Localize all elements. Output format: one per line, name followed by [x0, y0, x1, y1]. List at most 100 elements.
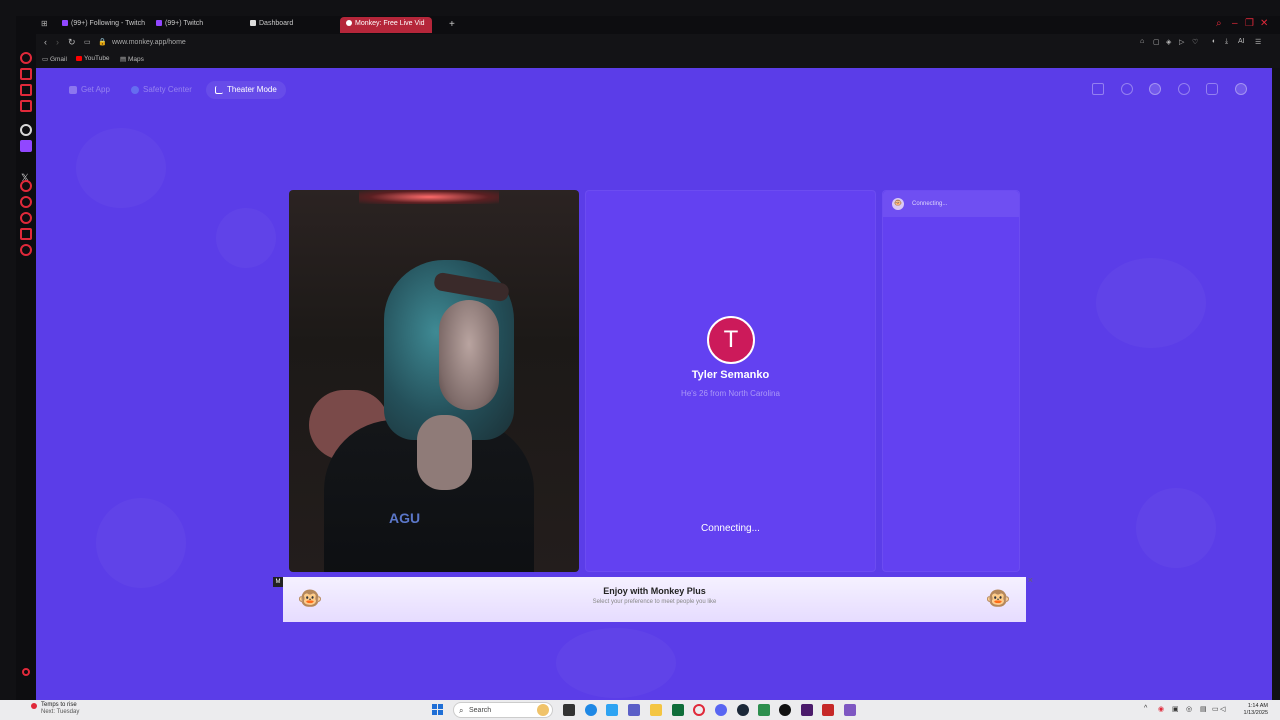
app-icon-red[interactable] [822, 704, 834, 716]
tray-expand-icon[interactable]: ^ [1144, 705, 1147, 712]
teams-icon[interactable] [628, 704, 640, 716]
tab-bar: ⊞ (99+) Following - Twitch (99+) Twitch … [16, 16, 1280, 34]
monkey-plus-banner[interactable]: M × 🐵 Enjoy with Monkey Plus Select your… [273, 575, 1033, 622]
camera-icon[interactable]: ▭ [84, 38, 91, 46]
search-icon[interactable] [1121, 83, 1133, 95]
banner-title: Enjoy with Monkey Plus [603, 586, 706, 596]
close-button[interactable]: ✕ [1260, 18, 1268, 29]
sidebar-more-icon[interactable] [22, 668, 30, 676]
app-icon-grid[interactable] [844, 704, 856, 716]
bg-pattern [556, 628, 676, 698]
profile-avatar-icon[interactable] [1235, 83, 1247, 95]
tab-twitch-following[interactable]: (99+) Following - Twitch [56, 17, 148, 33]
tray-opera-icon[interactable]: ◉ [1158, 705, 1164, 713]
task-view-icon[interactable] [563, 704, 575, 716]
back-button[interactable]: ‹ [44, 37, 47, 47]
tab-twitch[interactable]: (99+) Twitch [150, 17, 242, 33]
opera-taskbar-icon[interactable] [693, 704, 705, 716]
forward-button[interactable]: › [56, 37, 59, 47]
youtube-icon [76, 55, 82, 61]
search-tabs-icon[interactable]: ⌕ [1216, 18, 1222, 29]
ad-badge: M [273, 577, 283, 587]
bg-pattern [1096, 258, 1206, 348]
menu-icon[interactable]: ☰ [1255, 38, 1261, 46]
tray-app-icon[interactable]: ◎ [1186, 705, 1192, 713]
shield-icon[interactable]: ◈ [1166, 38, 1171, 46]
discord-icon[interactable] [715, 704, 727, 716]
sidebar-player-icon[interactable] [20, 196, 32, 208]
partner-avatar: T [707, 316, 755, 364]
tab-monkey[interactable]: Monkey: Free Live Vid [340, 17, 432, 33]
sidebar-opera-icon[interactable] [20, 52, 32, 64]
tiktok-icon[interactable] [779, 704, 791, 716]
player-icon[interactable]: ▷ [1179, 38, 1184, 46]
volume-icon[interactable]: ◁ [1220, 705, 1225, 713]
sidebar-settings-icon[interactable] [20, 244, 32, 256]
xbox-icon[interactable] [672, 704, 684, 716]
lock-icon: 🔒 [98, 39, 107, 46]
twitch-icon [156, 20, 162, 27]
banner-subtitle: Select your preference to meet people yo… [592, 599, 717, 605]
maximize-button[interactable]: ❐ [1245, 18, 1254, 29]
minimize-button[interactable]: – [1232, 18, 1238, 29]
video-hand [417, 415, 472, 490]
heart-icon[interactable]: ♡ [1192, 38, 1198, 46]
search-icon: ⌕ [459, 706, 464, 715]
history-icon[interactable] [1178, 83, 1190, 95]
theater-mode-button[interactable]: Theater Mode [206, 81, 286, 99]
search-highlight-icon [537, 704, 549, 716]
bookmark-gmail[interactable]: ▭ Gmail [42, 55, 67, 63]
weather-alert-icon [31, 703, 37, 709]
bookmark-page-icon[interactable]: ▢ [1153, 38, 1160, 46]
weather-widget[interactable]: Temps to rise Next: Tuesday [41, 702, 79, 716]
phone-icon [69, 85, 77, 94]
safety-center-button[interactable]: Safety Center [122, 81, 201, 99]
app-icon-purple[interactable] [801, 704, 813, 716]
new-tab-button[interactable]: + [449, 19, 455, 30]
aria-ai-button[interactable]: AI [1238, 38, 1245, 45]
tray-app-icon[interactable]: ▣ [1172, 705, 1179, 713]
close-icon[interactable]: × [1028, 575, 1033, 585]
tab-dashboard[interactable]: Dashboard [244, 17, 336, 33]
workspaces-icon[interactable]: ⊞ [41, 19, 48, 28]
self-video-feed: AGU [289, 190, 579, 572]
monkey-favicon-icon [346, 20, 352, 27]
snapshot-icon[interactable]: ⌂ [1140, 38, 1144, 45]
copilot-icon[interactable] [606, 704, 618, 716]
edge-icon[interactable] [585, 704, 597, 716]
sidebar-clock-icon[interactable] [20, 212, 32, 224]
sidebar-chatgpt-icon[interactable] [20, 124, 32, 136]
sidebar-mail-icon[interactable] [20, 84, 32, 96]
monkey-avatar-icon: 🐵 [892, 198, 904, 210]
sidebar-pinboard-icon[interactable] [20, 228, 32, 240]
bookmark-youtube[interactable]: YouTube [76, 55, 110, 62]
tray-app-icon[interactable]: ▤ [1200, 705, 1207, 713]
sidebar-history-icon[interactable] [20, 180, 32, 192]
download-icon[interactable]: ⤓ [1225, 38, 1228, 46]
chat-icon[interactable] [1206, 83, 1218, 95]
bookmarks-bar: ▭ Gmail YouTube ▤ Maps [36, 52, 1280, 68]
obs-icon[interactable] [758, 704, 770, 716]
bookmark-maps[interactable]: ▤ Maps [120, 55, 144, 63]
shop-icon[interactable] [1092, 83, 1104, 95]
url-field[interactable]: www.monkey.app/home [112, 39, 186, 46]
partner-panel: T Tyler Semanko He's 26 from North Carol… [585, 190, 876, 572]
profile-icon[interactable]: ◐ [1212, 38, 1216, 45]
opera-sidebar: 𝕏 [16, 16, 36, 700]
globe-icon [131, 85, 139, 94]
browser-window: ⊞ (99+) Following - Twitch (99+) Twitch … [0, 0, 1280, 700]
get-app-button[interactable]: Get App [60, 81, 119, 99]
sidebar-twitch-icon[interactable] [20, 140, 32, 152]
steam-icon[interactable] [737, 704, 749, 716]
reload-button[interactable]: ↻ [68, 37, 76, 48]
friends-icon[interactable] [1149, 83, 1161, 95]
file-explorer-icon[interactable] [650, 704, 662, 716]
connecting-status: Connecting... [701, 523, 760, 534]
sidebar-shop-icon[interactable] [20, 68, 32, 80]
windows-taskbar: Temps to rise Next: Tuesday ⌕ Search ^ ◉… [0, 700, 1280, 720]
taskbar-clock[interactable]: 1:14 AM 1/13/2025 [1234, 703, 1268, 717]
shirt-text: AGU [389, 510, 421, 526]
network-icon[interactable]: ▭ [1212, 705, 1219, 713]
windows-start-button[interactable] [432, 704, 443, 715]
sidebar-messenger-icon[interactable] [20, 100, 32, 112]
